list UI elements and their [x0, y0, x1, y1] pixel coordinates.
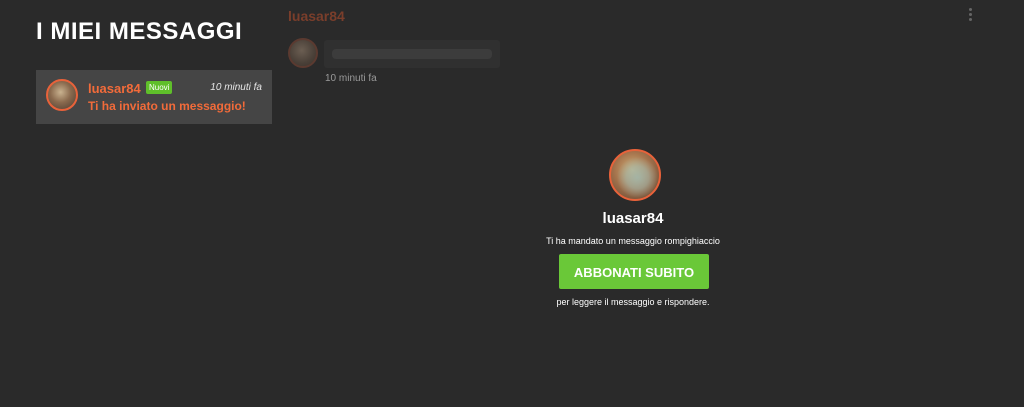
- conversation-item[interactable]: luasar84 Nuovi 10 minuti fa Ti ha inviat…: [36, 70, 272, 124]
- promo-footer-text: per leggere il messaggio e rispondere.: [556, 297, 710, 307]
- page-title: I MIEI MESSAGGI: [36, 18, 243, 45]
- new-badge: Nuovi: [146, 81, 173, 94]
- avatar: [46, 79, 78, 111]
- promo-subtitle: Ti ha mandato un messaggio rompighiaccio: [546, 236, 720, 246]
- conversation-time: 10 minuti fa: [210, 82, 262, 93]
- kebab-menu-icon[interactable]: [966, 8, 974, 22]
- promo-username: luasar84: [602, 210, 664, 227]
- blurred-message-text: [332, 49, 492, 59]
- subscribe-button[interactable]: ABBONATI SUBITO: [559, 254, 709, 289]
- chat-header-username: luasar84: [288, 8, 345, 24]
- promo-avatar: [609, 149, 661, 201]
- conversation-preview: Ti ha inviato un messaggio!: [88, 99, 246, 113]
- conversation-username: luasar84: [88, 81, 141, 96]
- blurred-message-bubble: [324, 40, 500, 68]
- message-avatar: [288, 38, 318, 68]
- message-time: 10 minuti fa: [325, 73, 377, 84]
